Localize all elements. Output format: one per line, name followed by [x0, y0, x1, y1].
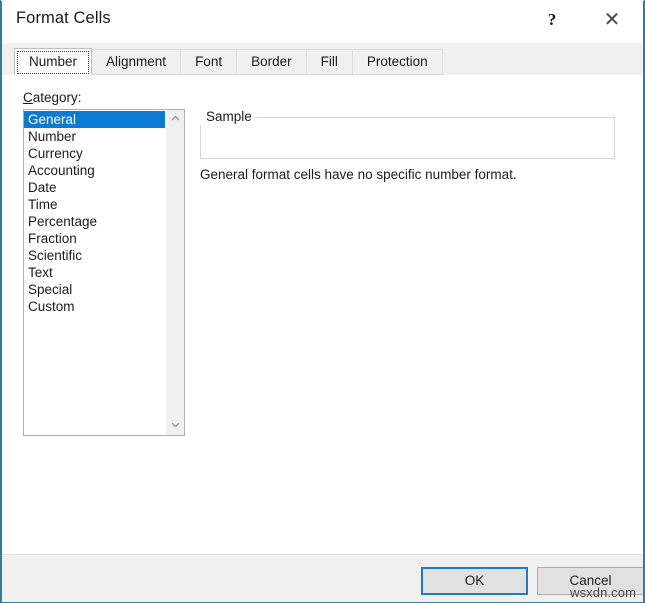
- tab-alignment[interactable]: Alignment: [91, 49, 181, 75]
- list-item-general[interactable]: General: [24, 111, 167, 128]
- sample-group-box: [200, 117, 615, 159]
- help-button[interactable]: ?: [529, 1, 575, 39]
- tab-font[interactable]: Font: [180, 49, 237, 75]
- category-label-accelerator: C: [23, 90, 33, 105]
- list-item-fraction[interactable]: Fraction: [24, 230, 167, 247]
- watermark: wsxdn.com: [570, 585, 636, 600]
- question-mark-icon: ?: [548, 10, 557, 29]
- sample-legend-label: Sample: [200, 109, 257, 125]
- category-description: General format cells have no specific nu…: [200, 166, 620, 184]
- list-item-accounting[interactable]: Accounting: [24, 162, 167, 179]
- tab-strip: Number Alignment Font Border Fill Protec…: [2, 43, 643, 76]
- tab-protection[interactable]: Protection: [352, 49, 443, 75]
- tab-label: Fill: [321, 54, 338, 69]
- ok-button[interactable]: OK: [421, 567, 528, 595]
- tab-label: Border: [251, 54, 292, 69]
- list-item-time[interactable]: Time: [24, 196, 167, 213]
- tab-label: Number: [29, 54, 77, 69]
- list-item-percentage[interactable]: Percentage: [24, 213, 167, 230]
- category-scrollbar[interactable]: [165, 110, 184, 435]
- list-item-custom[interactable]: Custom: [24, 298, 167, 315]
- tab-border[interactable]: Border: [236, 49, 307, 75]
- title-bar: Format Cells ? ✕: [2, 1, 643, 43]
- category-listbox[interactable]: General Number Currency Accounting Date …: [23, 109, 185, 436]
- tab-list: Number Alignment Font Border Fill Protec…: [14, 48, 442, 75]
- dialog-title: Format Cells: [16, 9, 111, 28]
- tab-label: Protection: [367, 54, 428, 69]
- chevron-down-icon[interactable]: [166, 417, 184, 435]
- list-item-date[interactable]: Date: [24, 179, 167, 196]
- close-icon: ✕: [604, 9, 621, 31]
- tab-label: Font: [195, 54, 222, 69]
- list-item-special[interactable]: Special: [24, 281, 167, 298]
- list-item-number[interactable]: Number: [24, 128, 167, 145]
- close-button[interactable]: ✕: [589, 1, 635, 39]
- format-cells-dialog: Format Cells ? ✕ Number Alignment Font B…: [0, 0, 645, 603]
- tab-fill[interactable]: Fill: [306, 49, 353, 75]
- category-label-text: ategory:: [33, 90, 82, 105]
- dialog-footer: OK Cancel: [2, 554, 643, 602]
- list-item-text[interactable]: Text: [24, 264, 167, 281]
- category-item-list: General Number Currency Accounting Date …: [24, 111, 167, 315]
- chevron-up-icon[interactable]: [166, 110, 184, 128]
- tab-label: Alignment: [106, 54, 166, 69]
- tab-number[interactable]: Number: [14, 48, 92, 75]
- category-label: Category:: [23, 90, 82, 105]
- list-item-currency[interactable]: Currency: [24, 145, 167, 162]
- list-item-scientific[interactable]: Scientific: [24, 247, 167, 264]
